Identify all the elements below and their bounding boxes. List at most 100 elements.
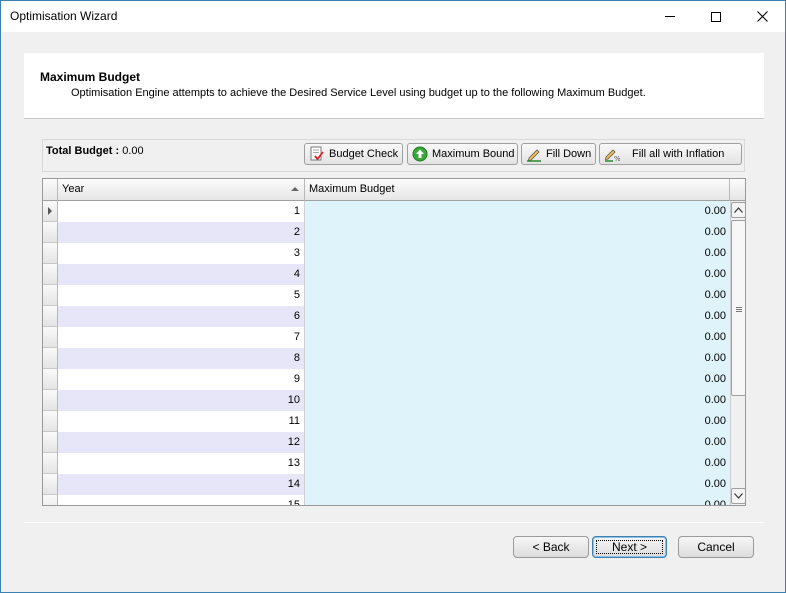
- year-cell[interactable]: 12: [58, 432, 305, 453]
- cancel-button[interactable]: Cancel: [678, 536, 754, 558]
- back-button[interactable]: < Back: [513, 536, 589, 558]
- row-indicator-current-icon[interactable]: [43, 201, 58, 222]
- row-indicator[interactable]: [43, 285, 58, 306]
- scroll-up-button[interactable]: [731, 202, 745, 218]
- row-indicator[interactable]: [43, 348, 58, 369]
- title-bar[interactable]: Optimisation Wizard: [1, 1, 785, 32]
- table-row[interactable]: 14 0.00: [43, 474, 730, 495]
- row-indicator[interactable]: [43, 495, 58, 505]
- year-cell[interactable]: 2: [58, 222, 305, 243]
- table-row[interactable]: 12 0.00: [43, 432, 730, 453]
- year-cell[interactable]: 9: [58, 369, 305, 390]
- year-cell[interactable]: 8: [58, 348, 305, 369]
- maximum-budget-cell[interactable]: 0.00: [305, 495, 730, 505]
- maximum-budget-cell[interactable]: 0.00: [305, 264, 730, 285]
- grid-vertical-scrollbar[interactable]: [730, 201, 745, 505]
- maximum-budget-cell[interactable]: 0.00: [305, 327, 730, 348]
- total-budget-value: 0.00: [122, 145, 144, 157]
- wizard-header: Maximum Budget Optimisation Engine attem…: [24, 53, 764, 119]
- focus-rectangle: [596, 540, 663, 554]
- table-row[interactable]: 10 0.00: [43, 390, 730, 411]
- column-header-year[interactable]: Year: [58, 179, 305, 201]
- fill-all-inflation-button[interactable]: % Fill all with Inflation: [599, 143, 742, 165]
- row-indicator[interactable]: [43, 411, 58, 432]
- row-indicator[interactable]: [43, 264, 58, 285]
- minimize-icon: [665, 16, 675, 17]
- scroll-down-button[interactable]: [731, 488, 745, 504]
- year-cell[interactable]: 1: [58, 201, 305, 222]
- minimize-button[interactable]: [647, 1, 693, 32]
- sort-ascending-icon: [291, 187, 299, 191]
- row-indicator[interactable]: [43, 390, 58, 411]
- year-cell[interactable]: 5: [58, 285, 305, 306]
- budget-check-label: Budget Check: [329, 148, 399, 160]
- optimisation-wizard-window: Optimisation Wizard Maximum Budget Optim…: [0, 0, 786, 593]
- row-indicator[interactable]: [43, 327, 58, 348]
- table-row[interactable]: 7 0.00: [43, 327, 730, 348]
- year-cell[interactable]: 15: [58, 495, 305, 505]
- row-indicator[interactable]: [43, 243, 58, 264]
- maximum-budget-cell[interactable]: 0.00: [305, 222, 730, 243]
- page-description: Optimisation Engine attempts to achieve …: [71, 87, 646, 99]
- svg-text:%: %: [614, 155, 620, 162]
- scrollbar-thumb[interactable]: [731, 220, 745, 396]
- year-cell[interactable]: 7: [58, 327, 305, 348]
- table-row[interactable]: 2 0.00: [43, 222, 730, 243]
- year-cell[interactable]: 3: [58, 243, 305, 264]
- row-indicator[interactable]: [43, 474, 58, 495]
- row-indicator[interactable]: [43, 369, 58, 390]
- row-indicator[interactable]: [43, 306, 58, 327]
- table-row[interactable]: 1 0.00: [43, 201, 730, 222]
- table-row[interactable]: 13 0.00: [43, 453, 730, 474]
- year-cell[interactable]: 13: [58, 453, 305, 474]
- grid-rows: 1 0.00 2 0.00 3 0.00 4 0.00 5 0.00 6 0.00 7 0.0…: [43, 201, 730, 505]
- maximum-budget-grid[interactable]: Year Maximum Budget 1 0.00 2 0.00 3 0.00 40…: [42, 178, 746, 506]
- table-row[interactable]: 3 0.00: [43, 243, 730, 264]
- year-cell[interactable]: 11: [58, 411, 305, 432]
- maximum-budget-cell[interactable]: 0.00: [305, 201, 730, 222]
- year-header-label: Year: [62, 183, 85, 195]
- year-cell[interactable]: 14: [58, 474, 305, 495]
- table-row[interactable]: 4 0.00: [43, 264, 730, 285]
- maximum-budget-cell[interactable]: 0.00: [305, 411, 730, 432]
- maximum-budget-cell[interactable]: 0.00: [305, 390, 730, 411]
- year-cell[interactable]: 10: [58, 390, 305, 411]
- year-cell[interactable]: 6: [58, 306, 305, 327]
- document-check-icon: [309, 146, 325, 162]
- fill-down-button[interactable]: Fill Down: [521, 143, 596, 165]
- row-indicator[interactable]: [43, 453, 58, 474]
- year-cell[interactable]: 4: [58, 264, 305, 285]
- next-button[interactable]: Next >: [592, 536, 667, 558]
- table-row[interactable]: 11 0.00: [43, 411, 730, 432]
- green-up-arrow-icon: [412, 146, 428, 162]
- grip-icon: [736, 307, 742, 312]
- table-row[interactable]: 15 0.00: [43, 495, 730, 505]
- chevron-down-icon: [734, 493, 743, 499]
- table-row[interactable]: 5 0.00: [43, 285, 730, 306]
- fill-down-label: Fill Down: [546, 148, 592, 160]
- row-indicator[interactable]: [43, 222, 58, 243]
- budget-check-button[interactable]: Budget Check: [304, 143, 403, 165]
- row-indicator[interactable]: [43, 432, 58, 453]
- maximize-button[interactable]: [693, 1, 739, 32]
- maximum-budget-cell[interactable]: 0.00: [305, 453, 730, 474]
- total-budget-label: Total Budget :: [46, 145, 120, 157]
- table-row[interactable]: 8 0.00: [43, 348, 730, 369]
- column-header-maximum-budget[interactable]: Maximum Budget: [305, 179, 730, 201]
- table-row[interactable]: 9 0.00: [43, 369, 730, 390]
- maximum-budget-cell[interactable]: 0.00: [305, 369, 730, 390]
- maximum-budget-cell[interactable]: 0.00: [305, 348, 730, 369]
- close-icon: [756, 11, 768, 22]
- fill-all-inflation-label: Fill all with Inflation: [632, 148, 725, 160]
- table-row[interactable]: 6 0.00: [43, 306, 730, 327]
- row-indicator-header: [43, 179, 58, 201]
- maximum-bound-button[interactable]: Maximum Bound: [407, 143, 518, 165]
- maximum-budget-cell[interactable]: 0.00: [305, 432, 730, 453]
- maximum-budget-cell[interactable]: 0.00: [305, 285, 730, 306]
- budget-toolbar: Total Budget : 0.00 Budget Check Maximum…: [42, 139, 745, 172]
- maximum-budget-cell[interactable]: 0.00: [305, 243, 730, 264]
- window-title: Optimisation Wizard: [10, 9, 118, 23]
- maximum-budget-cell[interactable]: 0.00: [305, 306, 730, 327]
- maximum-budget-cell[interactable]: 0.00: [305, 474, 730, 495]
- close-button[interactable]: [739, 1, 785, 32]
